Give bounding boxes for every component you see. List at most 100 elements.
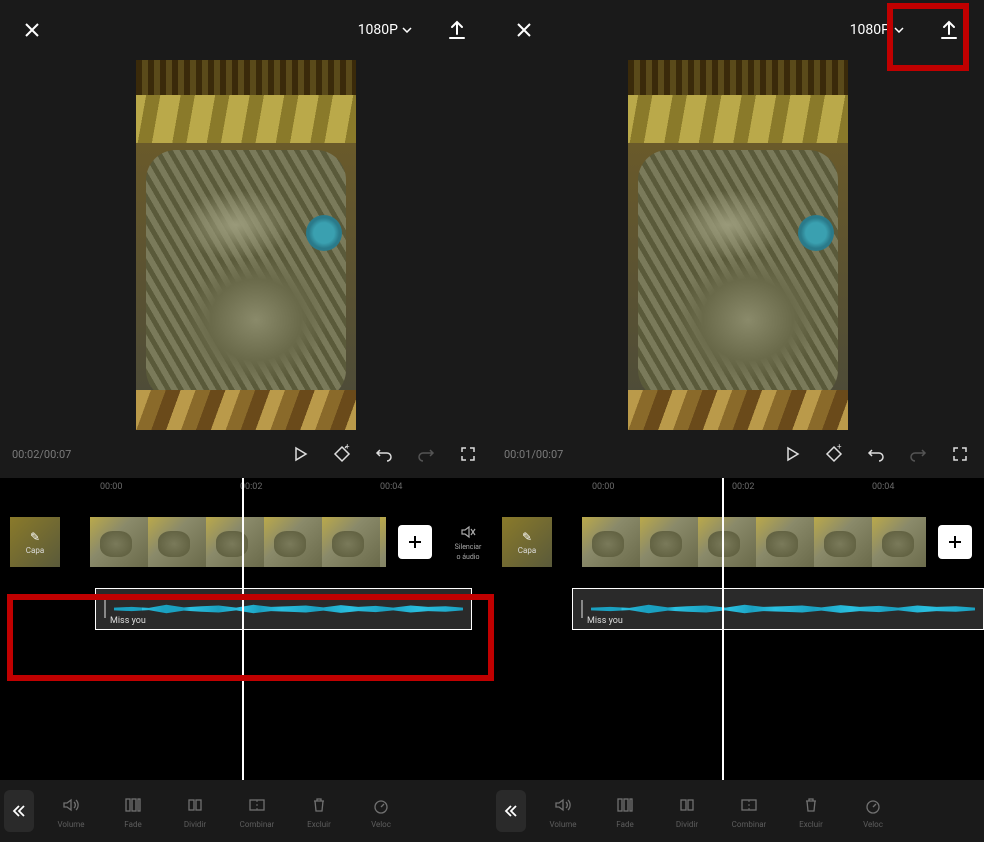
cover-button[interactable]: ✎ Capa [10, 517, 60, 567]
video-preview[interactable] [0, 60, 492, 430]
redo-button[interactable] [414, 442, 438, 466]
chevron-double-left-icon [503, 803, 519, 819]
resolution-label: 1080P [358, 22, 398, 38]
diamond-plus-icon: + [332, 444, 352, 464]
tool-excluir[interactable]: Excluir [288, 794, 350, 829]
audio-track[interactable]: Miss you [572, 588, 984, 630]
audio-waveform [114, 602, 463, 616]
playback-controls: 00:02/00:07 + [0, 430, 492, 478]
plus-icon [946, 533, 964, 551]
bottom-toolbar: VolumeFadeDividirCombinarExcluirVeloc [0, 780, 492, 842]
timecode: 00:02/00:07 [12, 448, 71, 461]
fullscreen-button[interactable] [948, 442, 972, 466]
cover-button[interactable]: ✎ Capa [502, 517, 552, 567]
chevron-double-left-icon [11, 803, 27, 819]
dividir-icon [677, 794, 697, 816]
dividir-icon [185, 794, 205, 816]
undo-icon [375, 445, 393, 463]
close-icon [514, 20, 534, 40]
redo-icon [909, 445, 927, 463]
chevron-down-icon [402, 27, 412, 33]
speaker-mute-icon [459, 523, 477, 541]
tool-fade[interactable]: Fade [102, 794, 164, 829]
volume-icon [553, 794, 573, 816]
cover-label: Capa [518, 546, 536, 555]
video-clip[interactable] [582, 517, 926, 567]
resolution-selector[interactable]: 1080P [850, 22, 904, 38]
audio-clip-label: Miss you [587, 616, 623, 626]
tool-veloc[interactable]: Veloc [350, 794, 412, 829]
veloc-icon [371, 794, 391, 816]
excluir-icon [309, 794, 329, 816]
video-track[interactable]: ✎ Capa [492, 512, 984, 572]
bottom-toolbar: VolumeFadeDividirCombinarExcluirVeloc [492, 780, 984, 842]
combinar-icon [739, 794, 759, 816]
tool-dividir[interactable]: Dividir [656, 794, 718, 829]
playback-controls: 00:01/00:07 + [492, 430, 984, 478]
tool-volume[interactable]: Volume [40, 794, 102, 829]
resolution-selector[interactable]: 1080P [358, 22, 412, 38]
play-icon [784, 446, 800, 462]
video-frame [136, 60, 356, 430]
video-preview[interactable] [492, 60, 984, 430]
video-track[interactable]: ✎ Capa Silenciar o áudio [0, 512, 492, 572]
right-editor-panel: 1080P 00:01/00:07 + [492, 0, 984, 842]
audio-handle-left[interactable] [581, 600, 583, 618]
tool-dividir[interactable]: Dividir [164, 794, 226, 829]
expand-icon [951, 445, 969, 463]
play-button[interactable] [288, 442, 312, 466]
play-icon [292, 446, 308, 462]
export-button[interactable] [442, 15, 472, 45]
close-button[interactable] [20, 18, 44, 42]
redo-icon [417, 445, 435, 463]
excluir-icon [801, 794, 821, 816]
resolution-label: 1080P [850, 22, 890, 38]
chevron-down-icon [894, 27, 904, 33]
tool-volume[interactable]: Volume [532, 794, 594, 829]
top-bar: 1080P [0, 0, 492, 60]
fullscreen-button[interactable] [456, 442, 480, 466]
redo-button[interactable] [906, 442, 930, 466]
fade-icon [123, 794, 143, 816]
add-clip-button[interactable] [938, 525, 972, 559]
pencil-icon: ✎ [30, 530, 40, 544]
export-icon [446, 19, 468, 41]
left-editor-panel: 1080P 00:02/00:07 + [0, 0, 492, 842]
plus-icon [406, 533, 424, 551]
tool-veloc[interactable]: Veloc [842, 794, 904, 829]
export-button[interactable] [934, 15, 964, 45]
video-frame [628, 60, 848, 430]
undo-button[interactable] [864, 442, 888, 466]
expand-icon [459, 445, 477, 463]
combinar-icon [247, 794, 267, 816]
export-icon [938, 19, 960, 41]
audio-handle-left[interactable] [104, 600, 106, 618]
cover-label: Capa [26, 546, 44, 555]
svg-text:+: + [345, 444, 350, 451]
timeline-ruler: 00:00 00:02 00:04 [492, 478, 984, 500]
add-clip-button[interactable] [398, 525, 432, 559]
keyframe-button[interactable]: + [822, 442, 846, 466]
collapse-button[interactable] [4, 790, 34, 832]
diamond-plus-icon: + [824, 444, 844, 464]
tool-excluir[interactable]: Excluir [780, 794, 842, 829]
audio-waveform [591, 602, 975, 616]
mute-audio-button[interactable]: Silenciar o áudio [444, 523, 492, 561]
audio-clip-label: Miss you [110, 616, 146, 626]
top-bar: 1080P [492, 0, 984, 60]
video-clip[interactable] [90, 517, 386, 567]
keyframe-button[interactable]: + [330, 442, 354, 466]
undo-button[interactable] [372, 442, 396, 466]
tool-fade[interactable]: Fade [594, 794, 656, 829]
play-button[interactable] [780, 442, 804, 466]
collapse-button[interactable] [496, 790, 526, 832]
audio-track[interactable]: Miss you [95, 588, 472, 630]
tool-combinar[interactable]: Combinar [718, 794, 780, 829]
pencil-icon: ✎ [522, 530, 532, 544]
close-button[interactable] [512, 18, 536, 42]
veloc-icon [863, 794, 883, 816]
volume-icon [61, 794, 81, 816]
tool-combinar[interactable]: Combinar [226, 794, 288, 829]
svg-text:+: + [837, 444, 842, 451]
timecode: 00:01/00:07 [504, 448, 563, 461]
